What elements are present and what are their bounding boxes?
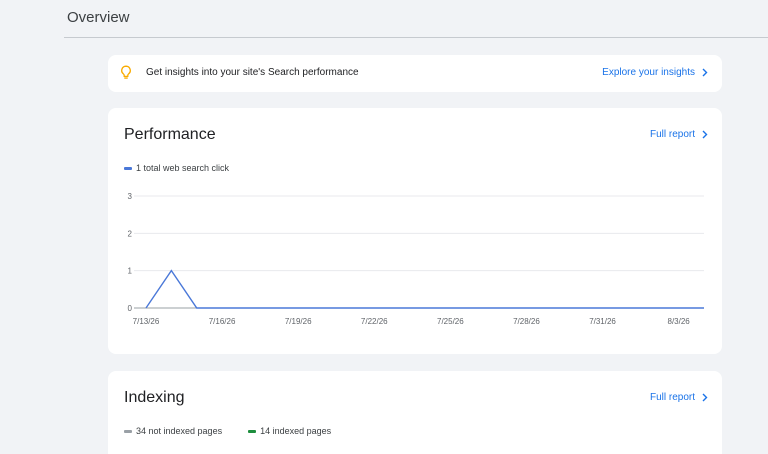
x-tick-label: 7/28/26 xyxy=(513,317,540,326)
y-tick-label: 0 xyxy=(128,304,133,313)
insight-text: Get insights into your site's Search per… xyxy=(146,67,359,78)
insight-card: Get insights into your site's Search per… xyxy=(108,55,722,92)
y-tick-label: 1 xyxy=(128,267,133,276)
legend-item-indexed[interactable]: 14 indexed pages xyxy=(248,426,331,436)
header-divider xyxy=(64,37,768,38)
chevron-right-icon xyxy=(702,393,708,402)
chevron-right-icon xyxy=(702,130,708,139)
chevron-right-icon xyxy=(702,68,708,77)
legend-swatch-indexed xyxy=(248,429,257,433)
performance-chart: 0 1 2 3 7/13/26 7/16/26 7/19/26 7/22/26 7/25/26 7… xyxy=(128,192,705,326)
explore-insights-link[interactable]: Explore your insights xyxy=(602,67,708,78)
page-title: Overview xyxy=(67,9,130,26)
performance-card: Performance Full report 1 total web sear… xyxy=(108,108,722,354)
indexing-title: Indexing xyxy=(124,389,185,406)
x-tick-label: 7/31/26 xyxy=(589,317,616,326)
x-tick-label: 7/22/26 xyxy=(361,317,388,326)
x-tick-label: 7/25/26 xyxy=(437,317,464,326)
indexing-full-report-label: Full report xyxy=(649,392,695,403)
x-tick-label: 7/19/26 xyxy=(285,317,312,326)
lightbulb-icon xyxy=(121,65,131,79)
y-tick-label: 3 xyxy=(128,192,133,201)
indexing-legend: 34 not indexed pages 14 indexed pages xyxy=(124,426,331,436)
performance-full-report-link[interactable]: Full report xyxy=(650,129,708,140)
performance-full-report-label: Full report xyxy=(649,129,695,140)
legend-label: 1 total web search click xyxy=(136,163,230,173)
legend-swatch-not-indexed xyxy=(124,429,132,433)
x-tick-label: 8/3/26 xyxy=(668,317,691,326)
performance-title: Performance xyxy=(124,126,216,143)
page-header: Overview xyxy=(0,0,768,38)
explore-insights-label: Explore your insights xyxy=(602,67,695,78)
indexing-full-report-link[interactable]: Full report xyxy=(650,392,708,403)
x-tick-label: 7/16/26 xyxy=(209,317,236,326)
legend-swatch xyxy=(124,166,132,170)
legend-item-clicks[interactable]: 1 total web search click xyxy=(124,163,229,173)
legend-item-not-indexed[interactable]: 34 not indexed pages xyxy=(124,426,222,436)
legend-label-indexed: 14 indexed pages xyxy=(260,426,332,436)
performance-legend: 1 total web search click xyxy=(124,163,229,173)
legend-label-not-indexed: 34 not indexed pages xyxy=(136,426,223,436)
y-tick-label: 2 xyxy=(128,229,133,238)
x-tick-label: 7/13/26 xyxy=(133,317,160,326)
indexing-card: Indexing Full report 34 not indexed page… xyxy=(108,371,722,454)
series-line-0 xyxy=(145,269,704,309)
